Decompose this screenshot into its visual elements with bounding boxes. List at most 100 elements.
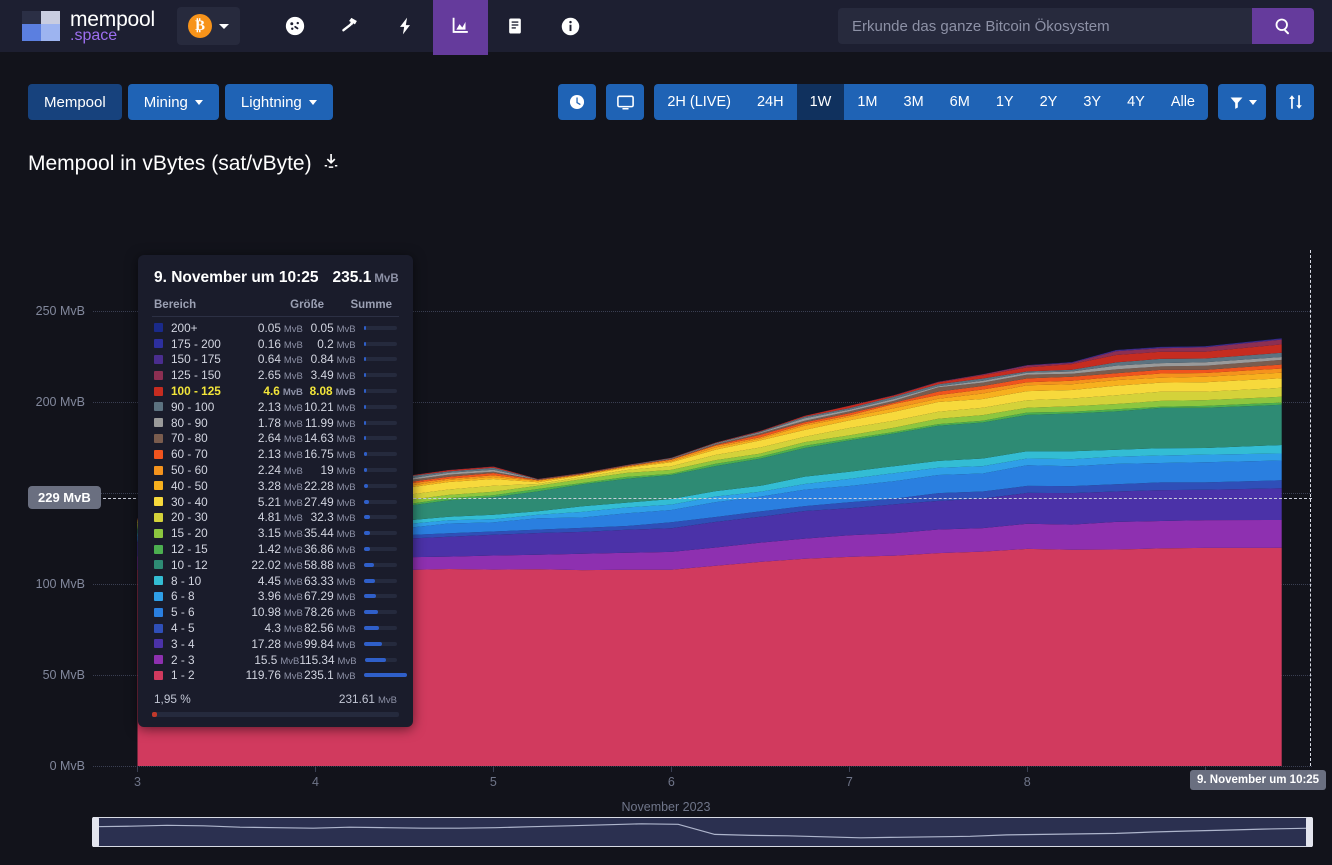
range-button-1y[interactable]: 1Y [983, 84, 1027, 120]
legend-swatch [154, 371, 163, 380]
tooltip-row: 60 - 702.13MvB16.75MvB [152, 446, 399, 462]
row-sum: 19MvB [303, 463, 356, 477]
row-size: 2.64MvB [245, 431, 302, 445]
chart-navigator[interactable] [93, 817, 1312, 847]
row-sum: 22.28MvB [303, 479, 356, 493]
navigator-handle-right[interactable] [1306, 817, 1313, 847]
row-sum: 0.2MvB [303, 337, 356, 351]
range-button-4y[interactable]: 4Y [1114, 84, 1158, 120]
row-progress-bar [364, 389, 397, 393]
range-button-6m[interactable]: 6M [937, 84, 983, 120]
nav-dashboard-icon[interactable] [268, 0, 323, 55]
legend-swatch [154, 323, 163, 332]
currency-selector[interactable]: ₿ [177, 7, 240, 45]
row-sum: 78.26MvB [303, 605, 356, 619]
y-axis-tick-label: 250 MvB [36, 304, 85, 318]
x-axis-tick-mark [671, 766, 672, 772]
range-button-3y[interactable]: 3Y [1070, 84, 1114, 120]
tooltip-row: 12 - 151.42MvB36.86MvB [152, 541, 399, 557]
row-size: 10.98MvB [245, 605, 302, 619]
search-input[interactable] [838, 8, 1252, 44]
row-progress-bar [364, 547, 397, 551]
chart-tooltip: 9. November um 10:25 235.1MvB Bereich Gr… [138, 255, 413, 727]
range-button-alle[interactable]: Alle [1158, 84, 1208, 120]
row-progress-bar [364, 626, 397, 630]
row-progress-bar [365, 658, 397, 662]
legend-swatch [154, 434, 163, 443]
range-button-1w[interactable]: 1W [797, 84, 845, 120]
tv-monitor-button[interactable] [606, 84, 644, 120]
tooltip-header: 9. November um 10:25 235.1MvB [152, 269, 399, 287]
row-sum: 67.29MvB [303, 589, 356, 603]
row-sum: 14.63MvB [303, 431, 356, 445]
legend-swatch [154, 655, 163, 664]
row-size: 2.13MvB [245, 400, 302, 414]
row-sum: 32.3MvB [303, 510, 356, 524]
legend-swatch [154, 576, 163, 585]
bitcoin-icon: ₿ [188, 14, 212, 38]
tooltip-total-unit: MvB [374, 273, 398, 285]
tooltip-row: 40 - 503.28MvB22.28MvB [152, 478, 399, 494]
row-size: 5.21MvB [245, 495, 302, 509]
row-sum: 10.21MvB [303, 400, 356, 414]
range-button-2y[interactable]: 2Y [1027, 84, 1071, 120]
row-progress-bar [364, 594, 397, 598]
nav-info-icon[interactable] [543, 0, 598, 55]
row-range: 8 - 10 [171, 574, 245, 588]
filter-button[interactable] [1218, 84, 1266, 120]
clock-button[interactable] [558, 84, 596, 120]
row-sum: 235.1MvB [303, 668, 356, 682]
nav-graphs-chart-icon[interactable] [433, 0, 488, 55]
row-range: 40 - 50 [171, 479, 245, 493]
tooltip-date: 9. November um 10:25 [154, 269, 319, 287]
range-button-2h-live[interactable]: 2H (LIVE) [654, 84, 744, 120]
row-progress-bar [364, 673, 397, 677]
cursor-crosshair-line [1310, 250, 1311, 766]
logo[interactable]: mempool .space [22, 9, 155, 44]
row-range: 100 - 125 [171, 384, 245, 398]
tab-lightning[interactable]: Lightning [225, 84, 333, 120]
row-size: 2.13MvB [245, 447, 302, 461]
row-progress-bar [364, 531, 397, 535]
legend-swatch [154, 418, 163, 427]
row-progress-bar [364, 579, 397, 583]
navigator-series [94, 818, 1311, 846]
range-button-3m[interactable]: 3M [891, 84, 937, 120]
chart-title-text: Mempool in vBytes (sat/vByte) [28, 152, 312, 176]
x-axis-tick-mark [493, 766, 494, 772]
range-button-1m[interactable]: 1M [844, 84, 890, 120]
tab-mining-label: Mining [144, 94, 188, 111]
nav-lightning-icon[interactable] [378, 0, 433, 55]
main-nav [268, 0, 598, 52]
nav-mining-hammer-icon[interactable] [323, 0, 378, 55]
legend-swatch [154, 481, 163, 490]
legend-swatch [154, 624, 163, 633]
legend-swatch [154, 608, 163, 617]
tooltip-row: 10 - 1222.02MvB58.88MvB [152, 557, 399, 573]
tooltip-row: 15 - 203.15MvB35.44MvB [152, 525, 399, 541]
row-sum: 58.88MvB [303, 558, 356, 572]
row-range: 200+ [171, 321, 245, 335]
tooltip-row: 8 - 104.45MvB63.33MvB [152, 573, 399, 589]
row-progress-bar [364, 342, 397, 346]
row-size: 4.45MvB [245, 574, 302, 588]
row-sum: 99.84MvB [303, 637, 356, 651]
x-axis-tick-label: 6 [668, 775, 675, 789]
search-button[interactable] [1252, 8, 1314, 44]
time-range-group: 2H (LIVE)24H1W1M3M6M1Y2Y3Y4YAlle [654, 84, 1208, 120]
tooltip-footer: 1,95 % 231.61MvB [152, 692, 399, 706]
search-area [838, 8, 1314, 44]
row-size: 0.05MvB [245, 321, 302, 335]
range-button-24h[interactable]: 24H [744, 84, 797, 120]
row-sum: 0.84MvB [303, 352, 356, 366]
tab-mining[interactable]: Mining [128, 84, 219, 120]
row-range: 125 - 150 [171, 368, 245, 382]
cursor-time-label: 9. November um 10:25 [1190, 770, 1326, 790]
y-axis-tick-label: 100 MvB [36, 577, 85, 591]
tab-mempool[interactable]: Mempool [28, 84, 122, 120]
download-icon[interactable] [322, 152, 340, 176]
sort-button[interactable] [1276, 84, 1314, 120]
nav-docs-book-icon[interactable] [488, 0, 543, 55]
navigator-handle-left[interactable] [92, 817, 99, 847]
legend-swatch [154, 339, 163, 348]
